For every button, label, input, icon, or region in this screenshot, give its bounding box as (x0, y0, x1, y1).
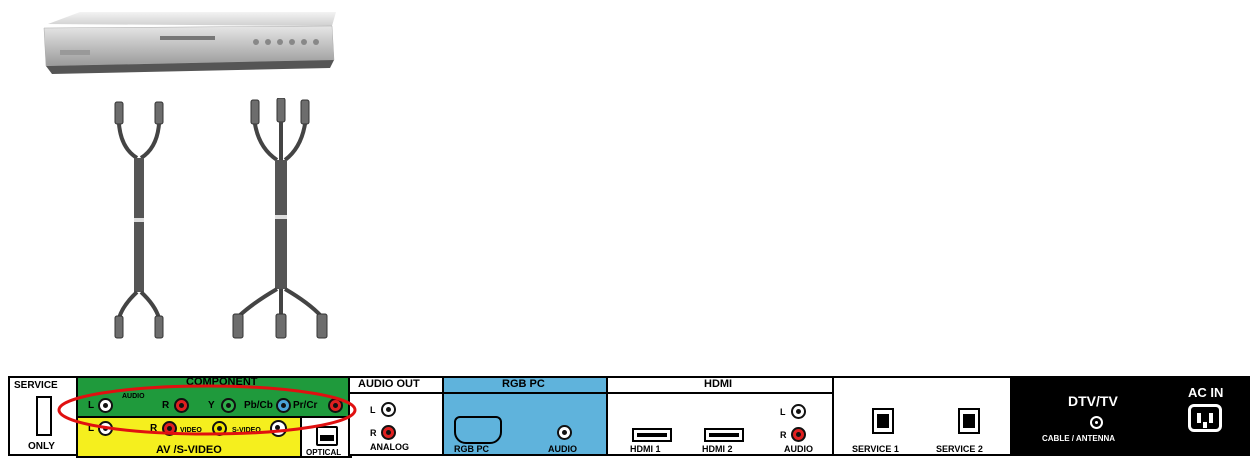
audio-out-r-jack[interactable] (381, 425, 396, 440)
hdmi-2-port[interactable] (704, 428, 744, 442)
hdmi-audio-label: AUDIO (784, 444, 813, 454)
audio-out-analog-label: ANALOG (370, 442, 409, 452)
rgb-audio-jack[interactable] (557, 425, 572, 440)
service-label: SERVICE (14, 380, 58, 391)
audio-out-l-jack[interactable] (381, 402, 396, 417)
hdmi-section: HDMI HDMI 1 HDMI 2 L R AUDIO (606, 376, 836, 456)
rgb-pc-section: RGB PC RGB PC AUDIO (442, 376, 610, 456)
service-only-label: ONLY (28, 441, 55, 452)
rgb-audio-label: AUDIO (548, 444, 577, 454)
audio-out-l-label: L (370, 405, 376, 415)
hdmi-title: HDMI (704, 378, 733, 390)
hdmi-audio-l-label: L (780, 407, 786, 417)
ac-power-socket[interactable] (1188, 404, 1222, 432)
dtv-ac-section: DTV/TV CABLE / ANTENNA AC IN (1010, 376, 1250, 456)
audio-out-r-label: R (370, 428, 377, 438)
dtv-title: DTV/TV (1068, 393, 1118, 409)
hdmi-1-port[interactable] (632, 428, 672, 442)
audio-cable (105, 100, 175, 340)
dvd-player (40, 8, 340, 74)
hdmi-1-label: HDMI 1 (630, 444, 661, 454)
hdmi-audio-r-label: R (780, 430, 787, 440)
rgb-title: RGB PC (502, 378, 545, 390)
rgb-pc-label: RGB PC (454, 444, 490, 454)
antenna-jack[interactable] (1090, 416, 1103, 429)
component-video-cable (225, 97, 335, 343)
service-1-label: SERVICE 1 (852, 444, 899, 454)
audio-out-section: AUDIO OUT L R ANALOG (348, 376, 446, 456)
dtv-sub-label: CABLE / ANTENNA (1042, 434, 1116, 443)
service-1-port[interactable] (872, 408, 894, 434)
ac-in-title: AC IN (1188, 385, 1224, 400)
optical-label: OPTICAL (306, 448, 342, 457)
hdmi-audio-r-jack[interactable] (791, 427, 806, 442)
hdmi-2-label: HDMI 2 (702, 444, 733, 454)
audio-out-title: AUDIO OUT (358, 378, 420, 390)
component-highlight-ellipse (55, 382, 360, 440)
service-2-label: SERVICE 2 (936, 444, 983, 454)
service-ports-section: SERVICE 1 SERVICE 2 (832, 376, 1012, 456)
av-svideo-title: AV /S-VIDEO (156, 444, 222, 456)
hdmi-audio-l-jack[interactable] (791, 404, 806, 419)
service-2-port[interactable] (958, 408, 980, 434)
vga-port[interactable] (454, 416, 502, 444)
usb-port[interactable] (36, 396, 52, 436)
